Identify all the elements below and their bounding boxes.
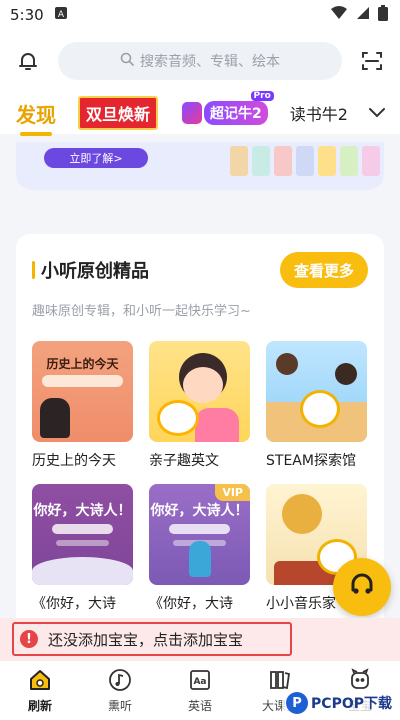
album-card[interactable]: STEAM探索馆 [266,341,367,470]
nav-label: 英语 [187,699,212,713]
nav-item-refresh[interactable]: 刷新 [0,661,80,720]
album-cover [149,341,250,442]
status-time: 5:30 [10,6,44,24]
home-icon [27,667,53,693]
svg-text:Aa: Aa [193,677,206,687]
nav-item-english[interactable]: Aa 英语 [160,661,240,720]
banner-product-image [230,146,380,176]
signal-icon [356,6,370,24]
album-cover: 你好，大诗人！ [32,484,133,585]
album-cover: 历史上的今天 [32,341,133,442]
album-title: 历史上的今天 [32,453,116,469]
watermark-text: PCPOP下载 [311,696,392,712]
pcpop-logo: P [286,692,309,714]
nav-label: 熏听 [107,699,132,713]
promo-banner[interactable]: 立即了解> [16,142,384,190]
pro-badge: Pro [250,91,274,101]
album-title: 《你好，大诗 [32,596,116,612]
album-grid: 历史上的今天 历史上的今天 亲子趣英文 STEAM探索馆 你好，大诗人！ 《你好… [32,341,368,613]
scan-icon[interactable] [356,49,388,73]
cover-text: 历史上的今天 [46,357,119,371]
album-card[interactable]: 历史上的今天 历史上的今天 [32,341,133,470]
category-tabs: 发现 双旦焕新 超记牛2 Pro 读书牛2 [0,91,400,136]
nav-item-listen[interactable]: 熏听 [80,661,160,720]
section-subtitle: 趣味原创专辑，和小听一起快乐学习~ [32,304,251,319]
warning-icon: ! [20,630,38,648]
tab-discover[interactable]: 发现 [16,99,56,136]
vip-badge: VIP [215,484,250,501]
search-input[interactable]: 搜索音频、专辑、绘本 [58,42,342,80]
music-note-icon [107,667,133,693]
title-accent-bar [32,261,35,279]
original-albums-section: 小听原创精品 查看更多 趣味原创专辑，和小听一起快乐学习~ 历史上的今天 历史上… [16,234,384,674]
album-cover: 你好，大诗人！ VIP [149,484,250,585]
add-baby-banner[interactable]: ! 还没添加宝宝，点击添加宝宝 [0,618,400,660]
cube-icon [182,102,203,124]
header: 搜索音频、专辑、绘本 [0,30,400,92]
section-title: 小听原创精品 [41,261,149,282]
album-card[interactable]: 你好，大诗人！ VIP 《你好，大诗 [149,484,250,613]
album-cover [266,341,367,442]
svg-text:A: A [58,10,65,20]
aa-book-icon: Aa [187,667,213,693]
album-title: 亲子趣英文 [149,453,219,469]
chevron-down-icon[interactable] [368,104,386,123]
cover-text: 你好，大诗人！ [33,503,132,519]
album-title: 《你好，大诗 [149,596,233,612]
site-watermark: P PCPOP下载 [282,690,396,716]
search-placeholder: 搜索音频、专辑、绘本 [140,54,280,70]
album-card[interactable]: 你好，大诗人！ 《你好，大诗 [32,484,133,613]
tab-chaojiniu[interactable]: 超记牛2 Pro [182,91,274,125]
add-baby-text: 还没添加宝宝，点击添加宝宝 [48,630,244,649]
a-square-icon: A [54,6,68,24]
status-bar: 5:30 A [0,0,400,30]
album-card[interactable]: 亲子趣英文 [149,341,250,470]
learn-more-button[interactable]: 立即了解> [44,148,148,168]
bell-icon[interactable] [12,49,44,73]
tab-holiday-promo[interactable]: 双旦焕新 [78,96,159,130]
tab-dushuniu[interactable]: 读书牛2 [290,101,348,125]
cover-text: 你好，大诗人！ [150,503,249,519]
wifi-icon [330,6,348,24]
nav-label: 刷新 [27,699,52,713]
view-more-button[interactable]: 查看更多 [279,252,368,288]
album-title: STEAM探索馆 [266,453,356,469]
headphones-icon [347,570,377,604]
tab-chaojiniu-label: 超记牛2 [210,106,262,122]
search-icon [120,52,134,70]
battery-icon [378,5,388,25]
floating-player-button[interactable] [333,558,391,616]
